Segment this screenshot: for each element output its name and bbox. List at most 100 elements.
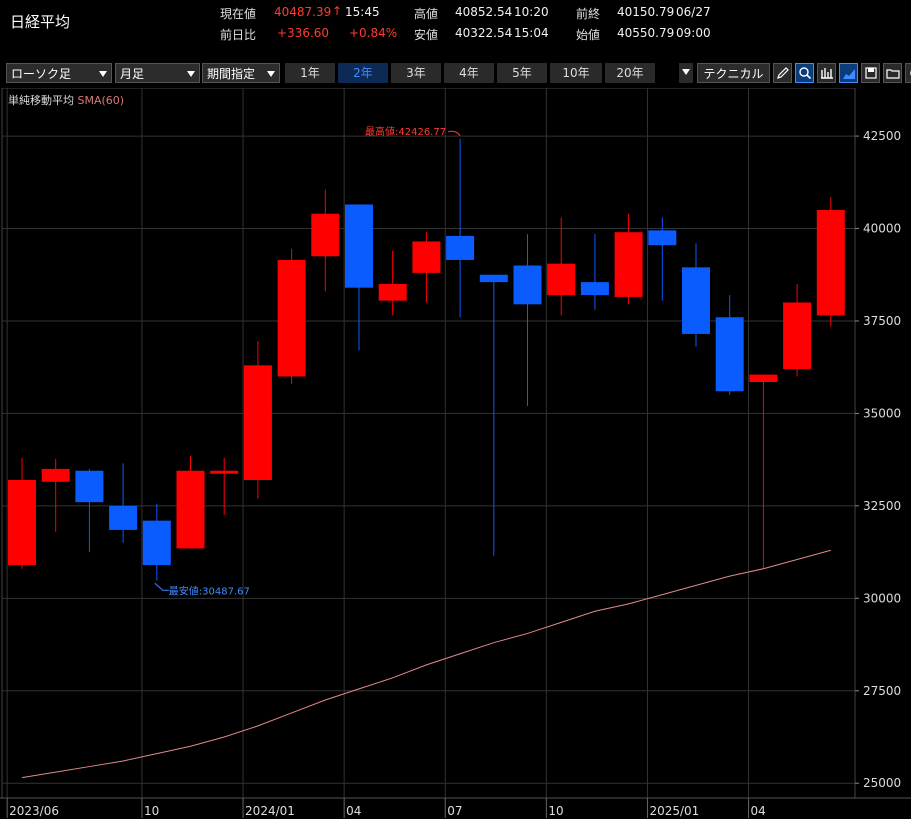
- y-tick-label: 40000: [863, 222, 901, 236]
- x-tick-label: 2024/01: [245, 804, 295, 818]
- range-button-5y[interactable]: 5年: [497, 63, 547, 83]
- range-button-3y[interactable]: 3年: [391, 63, 441, 83]
- candle-body: [648, 230, 677, 246]
- chevron-down-icon: [267, 71, 275, 77]
- low-label: 安値: [414, 28, 439, 42]
- range-button-10y[interactable]: 10年: [550, 63, 602, 83]
- y-tick-label: 25000: [863, 776, 901, 790]
- range-button-20y[interactable]: 20年: [605, 63, 655, 83]
- prev-close-label: 前終: [576, 7, 601, 21]
- chart-type-value: ローソク足: [11, 67, 72, 81]
- current-price-label: 現在値: [220, 7, 257, 21]
- candle-body: [749, 374, 778, 382]
- candle-body: [75, 470, 104, 503]
- change-percent: +0.84%: [349, 26, 398, 40]
- current-price-time: 15:45: [345, 5, 380, 19]
- candle-body: [378, 283, 407, 301]
- y-tick-label: 37500: [863, 314, 901, 328]
- candle-body: [210, 470, 239, 474]
- candle-body: [41, 468, 70, 482]
- folder-icon: [885, 69, 900, 79]
- range-mode-select[interactable]: 期間指定: [202, 63, 280, 83]
- gear-icon: [909, 69, 911, 77]
- candle-body: [682, 267, 710, 334]
- x-tick-label: 10: [548, 804, 563, 818]
- prev-close-date: 06/27: [676, 5, 711, 19]
- max-value-annotation: 最高値:42426.77: [365, 125, 446, 138]
- candle-body: [311, 213, 340, 257]
- candle-body: [614, 232, 643, 297]
- pencil-icon: [776, 67, 789, 79]
- candle-body: [547, 263, 576, 296]
- candlestick-chart[interactable]: 25000 27500 30000 32500 35000 37500 40000 42500…: [0, 88, 911, 819]
- area-chart-button[interactable]: [839, 63, 858, 83]
- y-tick-label: 27500: [863, 684, 901, 698]
- y-tick-label: 30000: [863, 591, 901, 605]
- candle-body: [345, 204, 373, 288]
- save-button[interactable]: [861, 63, 880, 83]
- low-value: 40322.54: [455, 26, 513, 40]
- y-tick-label: 32500: [863, 499, 901, 513]
- bar-volume-icon: [820, 68, 833, 79]
- x-tick-label: 04: [751, 804, 766, 818]
- candle-body: [277, 259, 306, 377]
- open-time: 09:00: [676, 26, 711, 40]
- chevron-down-icon: [187, 71, 195, 77]
- change-label: 前日比: [220, 28, 257, 42]
- volume-button[interactable]: [817, 63, 836, 83]
- low-time: 15:04: [514, 26, 549, 40]
- open-label: 始値: [576, 28, 601, 42]
- settings-button[interactable]: [905, 63, 911, 83]
- prev-close-value: 40150.79: [617, 5, 675, 19]
- candle-body: [8, 479, 36, 566]
- candle-body: [783, 302, 812, 370]
- area-chart-icon: [842, 69, 855, 79]
- quote-header: 日経平均 現在値 40487.39 ↑ 15:45 高値 40852.54 10…: [0, 0, 911, 56]
- chart-type-select[interactable]: ローソク足: [6, 63, 112, 83]
- candle-body: [412, 241, 441, 273]
- candle-body: [715, 317, 744, 392]
- candle-body: [580, 282, 609, 296]
- candle-body: [109, 505, 138, 530]
- candle-body: [176, 470, 205, 549]
- range-button-1y[interactable]: 1年: [285, 63, 335, 83]
- high-value: 40852.54: [455, 5, 513, 19]
- range-mode-value: 期間指定: [207, 67, 256, 81]
- x-tick-label: 10: [144, 804, 159, 818]
- zoom-button[interactable]: [795, 63, 814, 83]
- candle-body: [446, 235, 475, 260]
- technical-button[interactable]: テクニカル: [697, 63, 770, 83]
- high-time: 10:20: [514, 5, 549, 19]
- candle-body: [513, 265, 542, 305]
- period-value: 月足: [120, 67, 145, 81]
- x-tick-label: 2023/06: [9, 804, 59, 818]
- current-price-value: 40487.39: [274, 5, 332, 19]
- candle-body: [816, 210, 845, 316]
- period-select[interactable]: 月足: [115, 63, 200, 83]
- x-tick-label: 04: [346, 804, 361, 818]
- instrument-title: 日経平均: [10, 13, 71, 31]
- chart-background: [0, 88, 911, 819]
- save-icon: [864, 67, 877, 79]
- chart-toolbar: ローソク足 月足 期間指定 1年 2年 3年 4年 5年 10年 20年 テクニ…: [0, 61, 911, 87]
- x-tick-label: 07: [447, 804, 462, 818]
- up-arrow-icon: ↑: [332, 4, 343, 18]
- indicator-param: SMA(60): [77, 94, 125, 107]
- high-label: 高値: [414, 7, 439, 21]
- candle-body: [243, 365, 272, 480]
- y-tick-label: 35000: [863, 406, 901, 420]
- indicator-label: 単純移動平均 SMA(60): [8, 92, 124, 108]
- open-folder-button[interactable]: [883, 63, 902, 83]
- candle-body: [142, 520, 171, 566]
- range-button-2y[interactable]: 2年: [338, 63, 388, 83]
- chevron-down-icon: [682, 69, 690, 75]
- x-tick-label: 2025/01: [649, 804, 699, 818]
- menu-dropdown-button[interactable]: [679, 63, 693, 83]
- change-value: +336.60: [277, 26, 330, 40]
- range-button-4y[interactable]: 4年: [444, 63, 494, 83]
- magnifier-icon: [798, 67, 811, 80]
- draw-pencil-button[interactable]: [773, 63, 792, 83]
- chevron-down-icon: [99, 71, 107, 77]
- open-value: 40550.79: [617, 26, 675, 40]
- candle-body: [479, 274, 508, 283]
